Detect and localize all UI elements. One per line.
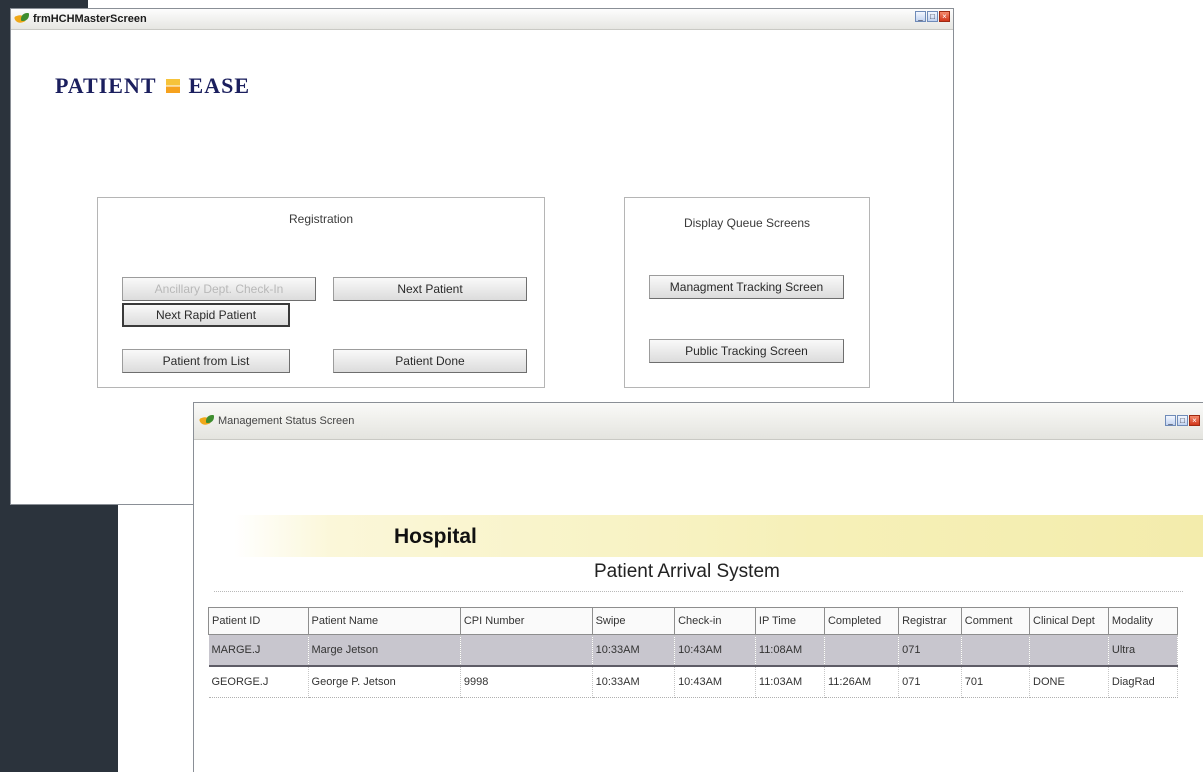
column-header[interactable]: Patient Name: [307, 607, 461, 635]
table-cell: 071: [898, 634, 962, 667]
display-queue-group: Display Queue Screens Managment Tracking…: [624, 197, 870, 388]
column-header[interactable]: Registrar: [898, 607, 962, 635]
display-queue-title: Display Queue Screens: [683, 216, 811, 230]
patient-from-list-button[interactable]: Patient from List: [122, 349, 290, 373]
divider: [214, 591, 1183, 592]
system-title: Patient Arrival System: [594, 561, 780, 582]
maximize-icon[interactable]: □: [927, 11, 938, 22]
table-cell: Ultra: [1108, 634, 1179, 667]
registration-group: Registration Ancillary Dept. Check-In Ne…: [97, 197, 545, 388]
table-cell: 10:43AM: [674, 666, 756, 698]
table-cell: 10:43AM: [674, 634, 756, 667]
registration-title: Registration: [288, 212, 354, 226]
column-header[interactable]: CPI Number: [459, 607, 593, 635]
column-header[interactable]: Comment: [960, 607, 1031, 635]
logo-text-right: EASE: [188, 73, 251, 98]
ancillary-checkin-button[interactable]: Ancillary Dept. Check-In: [122, 277, 316, 301]
table-cell: [460, 634, 593, 667]
column-header[interactable]: Check-in: [674, 607, 756, 635]
column-header[interactable]: IP Time: [754, 607, 825, 635]
close-icon[interactable]: ×: [1189, 415, 1200, 426]
maximize-icon[interactable]: □: [1177, 415, 1188, 426]
table-cell: Marge Jetson: [308, 634, 461, 667]
background-panel-bottom: [0, 505, 118, 772]
column-header[interactable]: Clinical Dept: [1029, 607, 1109, 635]
window-controls: _ □ ×: [1165, 415, 1200, 426]
table-cell: 10:33AM: [592, 634, 676, 667]
table-cell: [1029, 634, 1109, 667]
next-rapid-patient-button[interactable]: Next Rapid Patient: [122, 303, 290, 327]
management-tracking-button[interactable]: Managment Tracking Screen: [649, 275, 844, 299]
logo-text-left: PATIENT: [55, 73, 157, 98]
logo-mark-icon: [165, 79, 180, 93]
hospital-banner: Hospital: [234, 515, 1203, 557]
next-patient-button[interactable]: Next Patient: [333, 277, 527, 301]
patient-ease-logo: PATIENT EASE: [55, 73, 250, 99]
table-cell: 9998: [460, 666, 593, 698]
status-window: Management Status Screen _ □ × Hospital …: [193, 402, 1203, 772]
patient-done-button[interactable]: Patient Done: [333, 349, 527, 373]
public-tracking-button[interactable]: Public Tracking Screen: [649, 339, 844, 363]
table-row[interactable]: MARGE.J Marge Jetson 10:33AM 10:43AM 11:08AM…: [208, 634, 1179, 667]
column-header[interactable]: Completed: [823, 607, 900, 635]
status-window-title: Management Status Screen: [218, 415, 355, 427]
window-controls: _ □ ×: [915, 11, 950, 22]
master-window-title: frmHCHMasterScreen: [33, 13, 147, 25]
close-icon[interactable]: ×: [939, 11, 950, 22]
grid-header-row: Patient ID Patient Name CPI Number Swipe Che…: [208, 607, 1179, 635]
table-cell: 701: [961, 666, 1031, 698]
hospital-title: Hospital: [394, 525, 477, 548]
table-cell: DiagRad: [1108, 666, 1179, 698]
table-cell: 071: [898, 666, 962, 698]
app-icon: [15, 13, 29, 25]
column-header[interactable]: Swipe: [591, 607, 676, 635]
minimize-icon[interactable]: _: [915, 11, 926, 22]
column-header[interactable]: Patient ID: [208, 607, 309, 635]
table-cell: MARGE.J: [208, 634, 309, 667]
app-icon: [200, 415, 214, 427]
table-cell: [824, 634, 900, 667]
table-cell: [961, 634, 1031, 667]
table-cell: DONE: [1029, 666, 1109, 698]
patient-grid: Patient ID Patient Name CPI Number Swipe Che…: [208, 607, 1179, 698]
table-cell: 11:08AM: [755, 634, 825, 667]
table-cell: 10:33AM: [592, 666, 676, 698]
table-row[interactable]: GEORGE.J George P. Jetson 9998 10:33AM 10:43…: [208, 666, 1179, 698]
master-titlebar[interactable]: frmHCHMasterScreen _ □ ×: [11, 9, 953, 30]
status-titlebar[interactable]: Management Status Screen _ □ ×: [194, 403, 1203, 440]
table-cell: GEORGE.J: [208, 666, 309, 698]
table-cell: 11:03AM: [755, 666, 825, 698]
column-header[interactable]: Modality: [1107, 607, 1179, 635]
table-cell: 11:26AM: [824, 666, 900, 698]
table-cell: George P. Jetson: [308, 666, 461, 698]
minimize-icon[interactable]: _: [1165, 415, 1176, 426]
